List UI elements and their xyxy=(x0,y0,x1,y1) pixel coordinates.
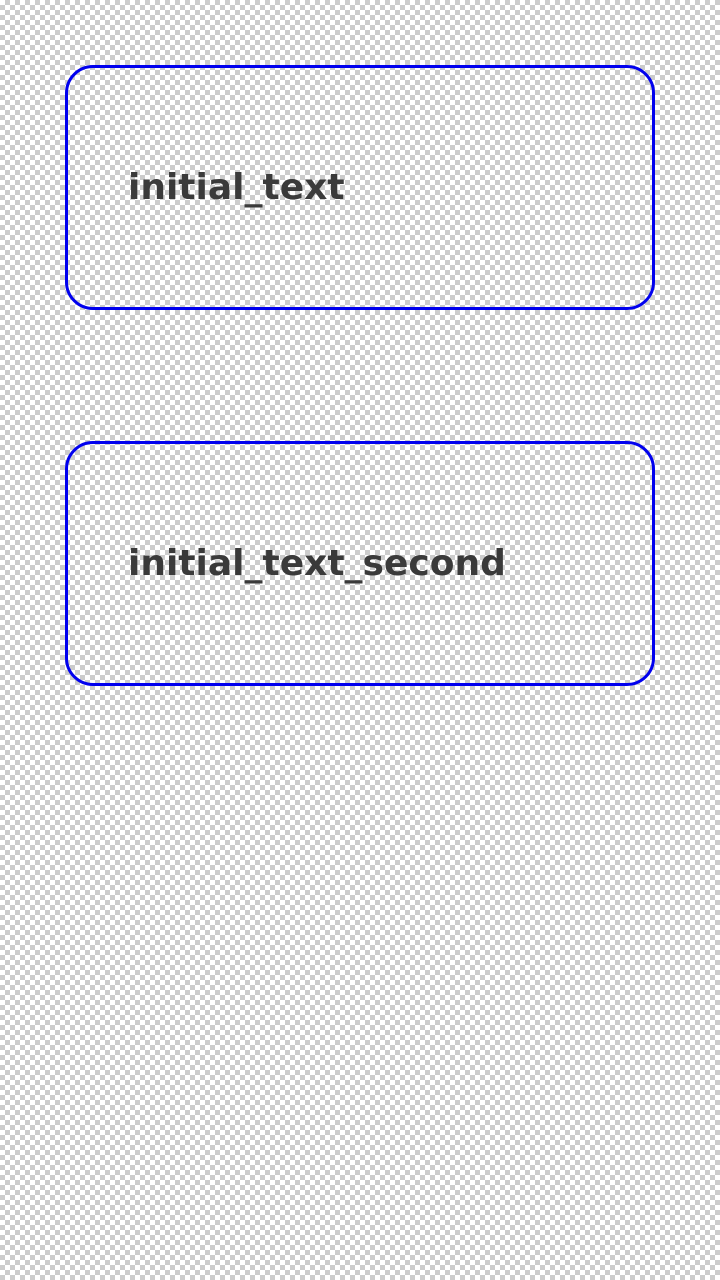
text-field-second-value: initial_text_second xyxy=(128,543,506,584)
text-field-second[interactable]: initial_text_second xyxy=(65,441,655,686)
text-field-first-value: initial_text xyxy=(128,167,345,208)
text-field-first[interactable]: initial_text xyxy=(65,65,655,310)
